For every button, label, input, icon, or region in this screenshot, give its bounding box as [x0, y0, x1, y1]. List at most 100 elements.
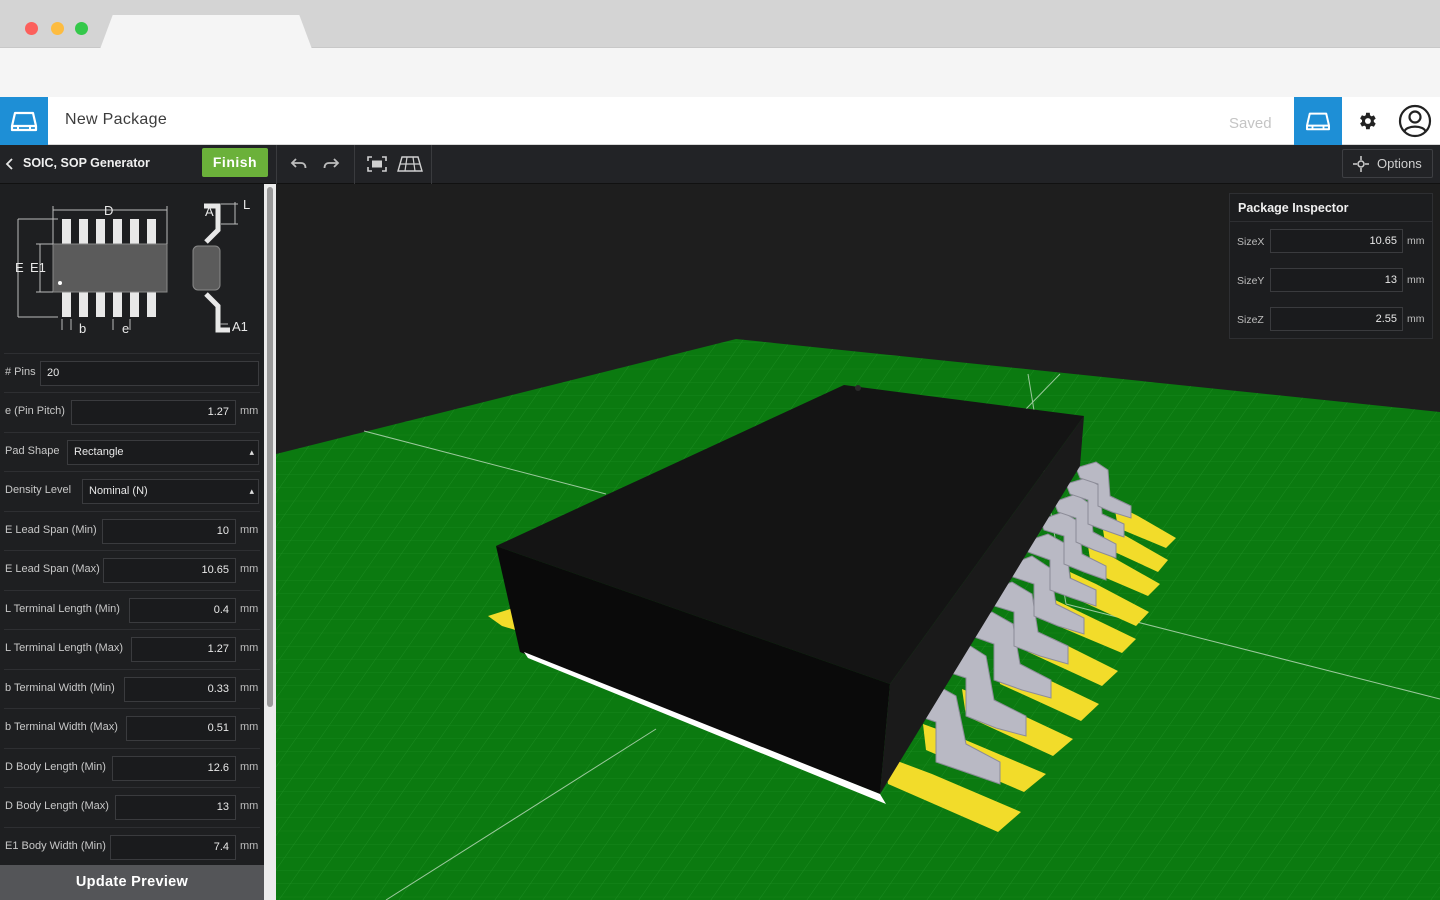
pad-shape-select[interactable]: Rectangle ▴ — [67, 440, 259, 465]
param-unit: mm — [240, 761, 259, 773]
param-label: e (Pin Pitch) — [5, 405, 65, 417]
toolbar-divider — [431, 145, 432, 184]
user-account-button[interactable] — [1392, 97, 1438, 145]
dim-label-pitch: e — [122, 321, 129, 336]
options-icon — [1353, 155, 1369, 172]
param-label: Density Level — [5, 484, 72, 496]
param-row-e-lead-span-min: E Lead Span (Min) 10 mm — [4, 511, 260, 550]
parameter-panel: D E E1 b e A L A1 # Pins 20 e (Pin Pitch… — [0, 184, 264, 900]
b-terminal-width-min-input[interactable]: 0.33 — [124, 677, 236, 702]
l-terminal-length-max-input[interactable]: 1.27 — [131, 637, 236, 662]
dim-label-l: L — [243, 197, 250, 212]
dim-label-a: A — [205, 204, 214, 219]
back-icon[interactable] — [3, 156, 17, 172]
b-terminal-width-max-input[interactable]: 0.51 — [126, 716, 236, 741]
package-title[interactable]: New Package — [65, 111, 167, 129]
options-label: Options — [1377, 156, 1422, 171]
param-label: # Pins — [5, 366, 36, 378]
package-icon — [10, 111, 38, 132]
undo-button[interactable] — [288, 154, 310, 174]
param-unit: mm — [240, 840, 259, 852]
param-row-pins: # Pins 20 — [4, 353, 260, 392]
param-label: D Body Length (Max) — [5, 800, 109, 812]
param-label: b Terminal Width (Max) — [5, 721, 118, 733]
package-inspector: Package Inspector SizeX 10.65 mm SizeY 1… — [1229, 193, 1433, 339]
dim-label-d: D — [104, 203, 113, 218]
panel-scrollbar[interactable] — [264, 184, 276, 900]
pin-pitch-input[interactable]: 1.27 — [71, 400, 236, 425]
scrollbar-thumb[interactable] — [267, 187, 273, 707]
redo-button[interactable] — [320, 154, 342, 174]
app-logo[interactable] — [0, 97, 48, 145]
options-button[interactable]: Options — [1342, 149, 1433, 178]
inspector-title: Package Inspector — [1238, 201, 1349, 215]
d-body-length-max-input[interactable]: 13 — [115, 795, 236, 820]
pad-shape-value: Rectangle — [74, 446, 124, 458]
pins-input[interactable]: 20 — [40, 361, 259, 386]
d-body-length-min-input[interactable]: 12.6 — [112, 756, 236, 781]
select-caret-icon: ▴ — [249, 447, 254, 457]
inspector-label: SizeX — [1237, 236, 1265, 248]
param-label: L Terminal Length (Min) — [5, 603, 120, 615]
toolbar-divider — [276, 145, 277, 184]
update-preview-button[interactable]: Update Preview — [0, 865, 264, 900]
param-label: b Terminal Width (Min) — [5, 682, 115, 694]
inspector-row-sizex: SizeX 10.65 mm — [1230, 222, 1432, 262]
package-icon — [1305, 112, 1331, 131]
inspector-row-sizey: SizeY 13 mm — [1230, 261, 1432, 301]
inspector-label: SizeZ — [1237, 314, 1264, 326]
param-row-e1-body-width-min: E1 Body Width (Min) 7.4 mm — [4, 827, 260, 866]
param-label: Pad Shape — [5, 445, 60, 457]
inspector-unit: mm — [1407, 313, 1425, 325]
sizez-input[interactable]: 2.55 — [1270, 307, 1403, 331]
package-dimension-diagram: D E E1 b e A L A1 — [15, 197, 250, 336]
param-unit: mm — [240, 603, 259, 615]
fit-view-button[interactable] — [366, 154, 388, 174]
browser-chrome — [0, 0, 1440, 97]
inspector-label: SizeY — [1237, 275, 1265, 287]
param-row-density-level: Density Level Nominal (N) ▴ — [4, 471, 260, 510]
window-close-button[interactable] — [25, 22, 38, 35]
e1-body-width-min-input[interactable]: 7.4 — [110, 835, 236, 860]
e-lead-span-max-input[interactable]: 10.65 — [103, 558, 236, 583]
param-row-pin-pitch: e (Pin Pitch) 1.27 mm — [4, 392, 260, 431]
param-label: L Terminal Length (Max) — [5, 642, 123, 654]
app-header: New Package Saved — [0, 97, 1440, 145]
param-label: E Lead Span (Max) — [5, 563, 100, 575]
param-label: D Body Length (Min) — [5, 761, 106, 773]
window-minimize-button[interactable] — [51, 22, 64, 35]
param-unit: mm — [240, 682, 259, 694]
param-row-b-terminal-width-min: b Terminal Width (Min) 0.33 mm — [4, 669, 260, 708]
param-row-d-body-length-min: D Body Length (Min) 12.6 mm — [4, 748, 260, 787]
grid-view-button[interactable] — [397, 154, 423, 174]
redo-icon — [323, 158, 340, 169]
generator-toolbar: SOIC, SOP Generator Finish Options — [0, 145, 1440, 184]
fit-view-icon — [367, 156, 387, 172]
param-row-e-lead-span-max: E Lead Span (Max) 10.65 mm — [4, 550, 260, 589]
settings-button[interactable] — [1346, 97, 1388, 145]
param-row-l-terminal-length-max: L Terminal Length (Max) 1.27 mm — [4, 629, 260, 668]
dim-label-e: E — [15, 260, 24, 275]
select-caret-icon: ▴ — [249, 486, 254, 496]
gear-icon — [1360, 112, 1376, 130]
dim-label-b: b — [79, 321, 86, 336]
dim-label-e1: E1 — [30, 260, 46, 275]
density-level-select[interactable]: Nominal (N) ▴ — [82, 479, 259, 504]
window-maximize-button[interactable] — [75, 22, 88, 35]
sizey-input[interactable]: 13 — [1270, 268, 1403, 292]
param-unit: mm — [240, 800, 259, 812]
param-row-b-terminal-width-max: b Terminal Width (Max) 0.51 mm — [4, 708, 260, 747]
param-label: E Lead Span (Min) — [5, 524, 97, 536]
param-label: E1 Body Width (Min) — [5, 840, 106, 852]
generator-title: SOIC, SOP Generator — [23, 156, 150, 170]
package-view-button[interactable] — [1294, 97, 1342, 145]
dim-label-a1: A1 — [232, 319, 248, 334]
sizex-input[interactable]: 10.65 — [1270, 229, 1403, 253]
param-unit: mm — [240, 721, 259, 733]
e-lead-span-min-input[interactable]: 10 — [102, 519, 236, 544]
param-row-pad-shape: Pad Shape Rectangle ▴ — [4, 432, 260, 471]
finish-button[interactable]: Finish — [202, 148, 268, 177]
l-terminal-length-min-input[interactable]: 0.4 — [129, 598, 236, 623]
browser-tab[interactable] — [100, 15, 312, 49]
grid-view-icon — [397, 156, 423, 172]
